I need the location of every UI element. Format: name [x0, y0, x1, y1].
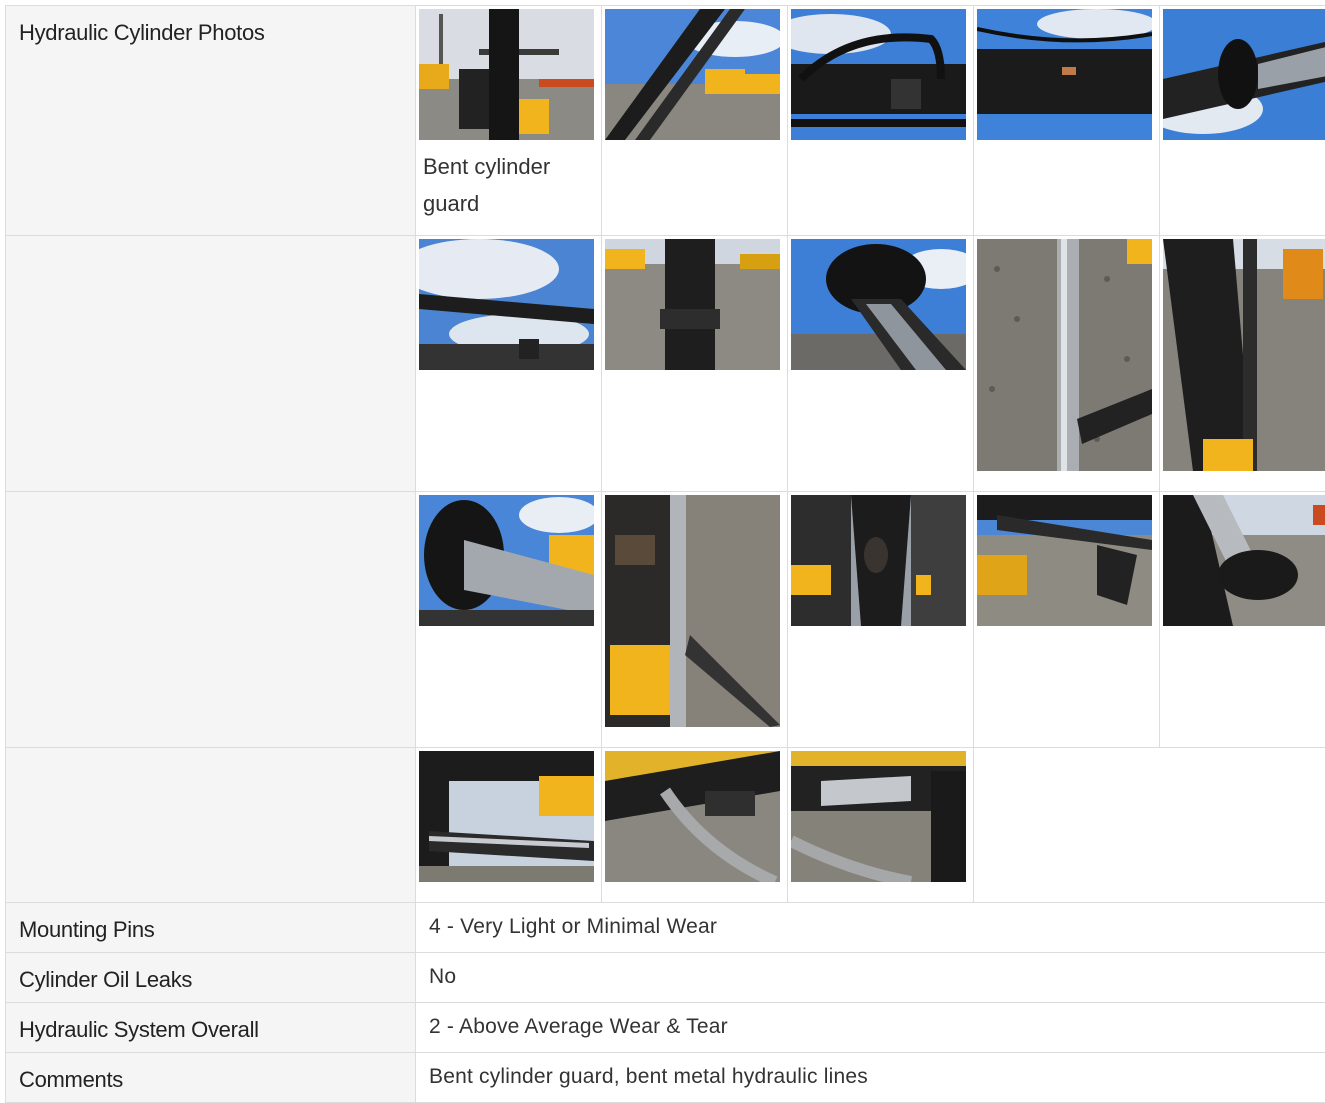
photo-cell — [416, 236, 602, 492]
dozer-blade-cylinder-photo[interactable] — [605, 239, 780, 370]
cylinder-seal-closeup-photo[interactable] — [791, 239, 966, 370]
cylinder-under-sky-photo[interactable] — [419, 239, 594, 370]
cylinder-oil-leaks-label: Cylinder Oil Leaks — [6, 953, 416, 1003]
cylinder-hose-fitting-photo[interactable] — [791, 9, 966, 140]
boom-cylinder-sky-photo[interactable] — [605, 9, 780, 140]
mounting-pins-value: 4 - Very Light or Minimal Wear — [416, 903, 1325, 953]
photo-cell — [1160, 6, 1325, 236]
photo-cell — [974, 236, 1160, 492]
bucket-cylinder-rod-photo[interactable] — [605, 495, 780, 727]
arm-cylinder-gravel-photo[interactable] — [1163, 239, 1325, 471]
photo-cell — [602, 6, 788, 236]
photo-cell — [602, 492, 788, 748]
photo-cell — [974, 492, 1160, 748]
photo-cell — [788, 748, 974, 903]
inspection-table: Hydraulic Cylinder Photos Bent cylinder … — [5, 5, 1325, 1103]
blade-cylinder-hose-photo[interactable] — [605, 751, 780, 882]
photo-cell — [416, 492, 602, 748]
bent-guard-closeup-photo[interactable] — [977, 9, 1152, 140]
empty-label-cell — [6, 748, 416, 903]
swing-cylinder-photo[interactable] — [419, 751, 594, 882]
boom-foot-patch-photo[interactable] — [791, 495, 966, 626]
excavator-front-view-photo[interactable] — [419, 9, 594, 140]
blade-cylinder-rod-photo[interactable] — [791, 751, 966, 882]
empty-cell — [974, 748, 1325, 903]
cylinder-barrel-yard-photo[interactable] — [1163, 495, 1325, 626]
photo-caption: Bent cylinder guard — [416, 140, 601, 222]
mounting-pins-label: Mounting Pins — [6, 903, 416, 953]
photo-cell — [1160, 236, 1325, 492]
photo-cell — [788, 236, 974, 492]
cylinder-rod-end-photo[interactable] — [1163, 9, 1325, 140]
photo-cell — [1160, 492, 1325, 748]
comments-label: Comments — [6, 1053, 416, 1103]
arm-boom-side-photo[interactable] — [977, 495, 1152, 626]
cylinder-oil-leaks-value: No — [416, 953, 1325, 1003]
cylinder-gland-water-photo[interactable] — [419, 495, 594, 626]
photos-section-label: Hydraulic Cylinder Photos — [6, 6, 416, 236]
photo-cell — [602, 236, 788, 492]
photo-cell — [416, 748, 602, 903]
empty-label-cell — [6, 492, 416, 748]
photo-cell — [602, 748, 788, 903]
empty-label-cell — [6, 236, 416, 492]
cylinder-rod-gravel-photo[interactable] — [977, 239, 1152, 471]
photo-cell — [788, 492, 974, 748]
hydraulic-system-overall-value: 2 - Above Average Wear & Tear — [416, 1003, 1325, 1053]
photo-cell: Bent cylinder guard — [416, 6, 602, 236]
comments-value: Bent cylinder guard, bent metal hydrauli… — [416, 1053, 1325, 1103]
hydraulic-system-overall-label: Hydraulic System Overall — [6, 1003, 416, 1053]
photo-cell — [974, 6, 1160, 236]
photo-cell — [788, 6, 974, 236]
